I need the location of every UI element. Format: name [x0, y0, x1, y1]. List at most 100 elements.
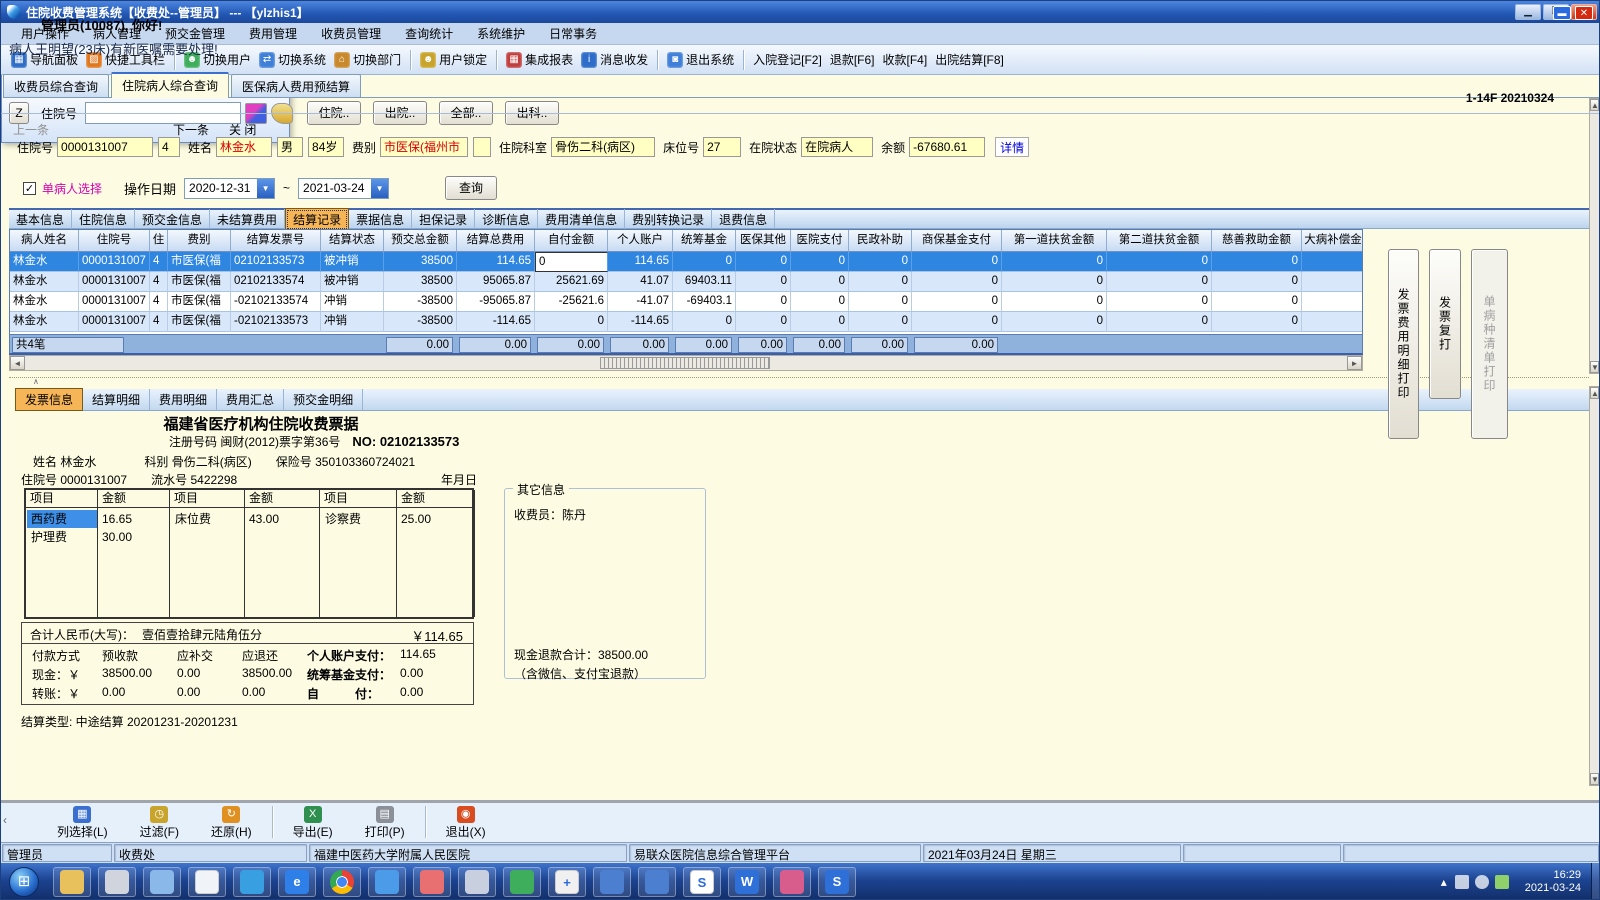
grid-cell[interactable]: 0	[1107, 272, 1212, 292]
taskbar-item-excel-chart[interactable]	[503, 867, 541, 897]
grid-cell[interactable]: -95065.87	[457, 292, 535, 312]
record-tab[interactable]: 费用清单信息	[538, 209, 625, 230]
grid-cell[interactable]: 林金水	[10, 312, 79, 332]
bottom-button-export[interactable]: X导出(E)	[293, 806, 333, 840]
grid-header-cell[interactable]: 民政补助	[849, 230, 912, 252]
grid-cell[interactable]: 被冲销	[321, 272, 384, 292]
grid-cell[interactable]: 0	[1002, 272, 1107, 292]
scroll-down-icon[interactable]: ▼	[1590, 773, 1599, 785]
popup-close-link[interactable]: 关 闭	[229, 121, 256, 138]
toolbar-button-admit-register[interactable]: 入院登记[F2]	[753, 51, 822, 68]
popup-close-icon[interactable]: ✕	[1575, 6, 1593, 20]
h-scroll-thumb[interactable]	[600, 357, 770, 369]
grid-cell[interactable]: 0	[736, 292, 791, 312]
grid-cell[interactable]: 0000131007	[79, 252, 150, 272]
grid-header-cell[interactable]: 预交总金额	[384, 230, 457, 252]
grid-h-scrollbar[interactable]: ◄ ►	[9, 355, 1363, 371]
grid-cell[interactable]: 冲销	[321, 292, 384, 312]
grid-cell[interactable]: 0	[912, 292, 1002, 312]
popup-minimize-icon[interactable]: ▬	[1553, 6, 1571, 20]
tray-network-icon[interactable]	[1455, 875, 1469, 889]
taskbar-item-folder[interactable]	[53, 867, 91, 897]
invoice-item-name[interactable]: 护理费	[27, 528, 97, 546]
grid-cell[interactable]: 被冲销	[321, 252, 384, 272]
record-tab[interactable]: 票据信息	[349, 209, 412, 230]
toolbar-button-exit-system[interactable]: ◙退出系统	[667, 51, 734, 68]
grid-cell[interactable]: 4	[150, 312, 168, 332]
taskbar-item-nurse-app[interactable]	[413, 867, 451, 897]
taskbar-item-wps[interactable]: W	[728, 867, 766, 897]
table-row[interactable]: 林金水00001310074市医保(福02102133574被冲销3850095…	[10, 272, 1362, 292]
toolbar-button-discharge-settle[interactable]: 出院结算[F8]	[935, 51, 1004, 68]
record-tab[interactable]: 担保记录	[412, 209, 475, 230]
date-from-picker[interactable]: 2020-12-31▼	[184, 178, 275, 199]
grid-cell[interactable]: 114.65	[608, 252, 673, 272]
bottom-button-restore[interactable]: ↻还原(H)	[211, 806, 252, 840]
grid-cell[interactable]: -02102133573	[231, 312, 321, 332]
taskbar-item-capture-tool[interactable]	[368, 867, 406, 897]
grid-cell[interactable]: 0	[673, 312, 736, 332]
grid-header-cell[interactable]: 大病补偿金	[1302, 230, 1363, 252]
record-tab[interactable]: 未结算费用	[210, 209, 285, 230]
settlement-grid[interactable]: 病人姓名住院号住费别结算发票号结算状态预交总金额结算总费用自付金额个人账户统筹基…	[9, 229, 1363, 355]
grid-cell[interactable]: 4	[150, 252, 168, 272]
date-to-picker[interactable]: 2021-03-24▼	[298, 178, 389, 199]
menu-item[interactable]: 收费员管理	[309, 23, 393, 44]
grid-cell[interactable]: 0	[912, 252, 1002, 272]
grid-cell[interactable]: 69403.11	[673, 272, 736, 292]
detail-tab[interactable]: 预交金明细	[284, 389, 363, 410]
grid-cell[interactable]: 0000131007	[79, 272, 150, 292]
bottom-button-filter[interactable]: ◷过滤(F)	[140, 806, 179, 840]
grid-cell[interactable]	[1302, 252, 1363, 272]
grid-cell[interactable]: 38500	[384, 272, 457, 292]
tray-clock[interactable]: 16:292021-03-24	[1525, 869, 1581, 895]
grid-cell[interactable]: 0	[791, 272, 849, 292]
grid-cell[interactable]: 25621.69	[535, 272, 608, 292]
scroll-right-icon[interactable]: ►	[1347, 356, 1362, 370]
taskbar-item-notepad[interactable]	[143, 867, 181, 897]
detail-tab[interactable]: 发票信息	[15, 388, 83, 411]
taskbar-item-chrome[interactable]	[323, 867, 361, 897]
grid-cell[interactable]: 0	[736, 312, 791, 332]
grid-cell[interactable]: 0	[535, 312, 608, 332]
bottom-button-exit[interactable]: ◉退出(X)	[446, 806, 486, 840]
grid-cell[interactable]: 0	[1107, 252, 1212, 272]
grid-header-cell[interactable]: 住	[150, 230, 168, 252]
taskbar-item-doctor-app[interactable]	[188, 867, 226, 897]
side-button-1[interactable]: 发票费用明细打印	[1388, 249, 1419, 439]
invoice-item-name[interactable]: 诊察费	[321, 510, 396, 528]
grid-cell[interactable]: 0000131007	[79, 292, 150, 312]
taskbar-item-yilianzhong[interactable]: S	[683, 867, 721, 897]
popup-prev-link[interactable]: 上一条	[13, 121, 49, 138]
taskbar-item-medical-record[interactable]: +	[548, 867, 586, 897]
record-tab[interactable]: 费别转换记录	[625, 209, 712, 230]
grid-cell[interactable]	[1302, 292, 1363, 312]
scroll-left-icon[interactable]: ◄	[10, 356, 25, 370]
scroll-up-icon[interactable]: ▲	[1590, 99, 1599, 111]
grid-cell[interactable]: 市医保(福	[168, 272, 231, 292]
panel-v-scrollbar[interactable]: ▲ ▼	[1589, 386, 1600, 786]
grid-cell[interactable]: 冲销	[321, 312, 384, 332]
tray-shield-icon[interactable]	[1495, 875, 1509, 889]
grid-cell[interactable]: 林金水	[10, 272, 79, 292]
taskbar-item-hr-app-1[interactable]	[593, 867, 631, 897]
toolbar-button-switch-dept[interactable]: ⌂切换部门	[334, 51, 401, 68]
grid-header-cell[interactable]: 第一道扶贫金额	[1002, 230, 1107, 252]
menu-item[interactable]: 费用管理	[237, 23, 309, 44]
toolbar-button-message[interactable]: i消息收发	[581, 51, 648, 68]
grid-cell[interactable]: 4	[150, 292, 168, 312]
grid-header-cell[interactable]: 自付金额	[535, 230, 608, 252]
grid-cell[interactable]: 0	[1002, 292, 1107, 312]
grid-cell[interactable]: -114.65	[457, 312, 535, 332]
grid-header-cell[interactable]: 统筹基金	[673, 230, 736, 252]
grid-cell[interactable]: 0	[1212, 272, 1302, 292]
grid-header-cell[interactable]: 住院号	[79, 230, 150, 252]
grid-cell[interactable]: 0	[849, 312, 912, 332]
toolbar-button-collect[interactable]: 收款[F4]	[883, 51, 928, 68]
grid-cell[interactable]: -02102133574	[231, 292, 321, 312]
invoice-item-name[interactable]: 西药费	[27, 510, 97, 528]
grid-cell[interactable]: 0	[1107, 292, 1212, 312]
grid-cell[interactable]: -41.07	[608, 292, 673, 312]
grid-header-cell[interactable]: 第二道扶贫金额	[1107, 230, 1212, 252]
grid-cell[interactable]: 02102133573	[231, 252, 321, 272]
